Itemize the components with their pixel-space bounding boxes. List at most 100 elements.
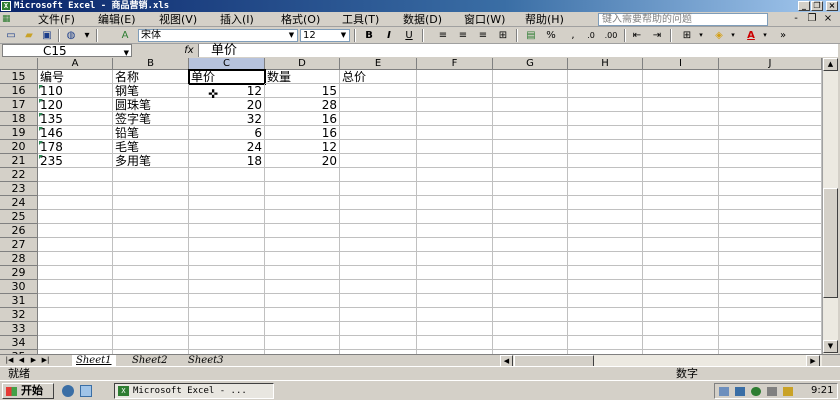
row-header-15[interactable]: 15 — [0, 70, 38, 84]
cell-a26[interactable] — [38, 224, 113, 238]
shield-icon[interactable] — [751, 387, 761, 396]
cell-i26[interactable] — [643, 224, 719, 238]
cell-c30[interactable] — [189, 280, 265, 294]
cell-g31[interactable] — [493, 294, 568, 308]
menu-format[interactable]: 格式(O) — [281, 12, 320, 27]
cell-b31[interactable] — [113, 294, 189, 308]
menu-insert[interactable]: 插入(I) — [220, 12, 254, 27]
cell-e33[interactable] — [340, 322, 417, 336]
row-header-17[interactable]: 17 — [0, 98, 38, 112]
cell-i34[interactable] — [643, 336, 719, 350]
cell-g30[interactable] — [493, 280, 568, 294]
cell-b15[interactable]: 名称 — [113, 70, 189, 84]
cell-j20[interactable] — [719, 140, 822, 154]
cell-d22[interactable] — [265, 168, 340, 182]
cell-h28[interactable] — [568, 252, 643, 266]
cell-c23[interactable] — [189, 182, 265, 196]
borders-icon[interactable]: ⊞ — [680, 29, 694, 42]
cell-e23[interactable] — [340, 182, 417, 196]
cell-f15[interactable] — [417, 70, 493, 84]
cell-g27[interactable] — [493, 238, 568, 252]
spreadsheet-grid[interactable]: ABCDEFGHIJ 15 16 17 18 19 20 21 22 23 24 25 26 27 28 2… — [0, 58, 822, 354]
cell-h27[interactable] — [568, 238, 643, 252]
cell-b24[interactable] — [113, 196, 189, 210]
row-header-19[interactable]: 19 — [0, 126, 38, 140]
cell-b18[interactable]: 签字笔 — [113, 112, 189, 126]
bold-button[interactable]: B — [362, 29, 376, 42]
cell-a21[interactable]: 235 — [38, 154, 113, 168]
minimize-button[interactable]: _ — [798, 1, 810, 11]
cell-j33[interactable] — [719, 322, 822, 336]
column-header-b[interactable]: B — [113, 58, 189, 70]
cell-e32[interactable] — [340, 308, 417, 322]
cell-i18[interactable] — [643, 112, 719, 126]
close-button[interactable]: × — [826, 1, 838, 11]
column-header-d[interactable]: D — [265, 58, 340, 70]
cell-a28[interactable] — [38, 252, 113, 266]
cell-h30[interactable] — [568, 280, 643, 294]
cell-e21[interactable] — [340, 154, 417, 168]
restore-button[interactable]: ❐ — [811, 1, 823, 11]
increase-decimal-icon[interactable]: .0 — [584, 29, 598, 42]
cell-e28[interactable] — [340, 252, 417, 266]
cell-j32[interactable] — [719, 308, 822, 322]
column-header-j[interactable]: J — [719, 58, 822, 70]
cell-c15[interactable]: 单价 — [188, 69, 266, 85]
cell-e16[interactable] — [340, 84, 417, 98]
cell-j16[interactable] — [719, 84, 822, 98]
cell-g17[interactable] — [493, 98, 568, 112]
cell-f19[interactable] — [417, 126, 493, 140]
cell-e24[interactable] — [340, 196, 417, 210]
cell-h24[interactable] — [568, 196, 643, 210]
decrease-decimal-icon[interactable]: .00 — [604, 29, 618, 42]
row-header-33[interactable]: 33 — [0, 322, 38, 336]
align-right-icon[interactable]: ≡ — [476, 29, 490, 42]
cell-d31[interactable] — [265, 294, 340, 308]
cell-g29[interactable] — [493, 266, 568, 280]
cell-d32[interactable] — [265, 308, 340, 322]
cell-b34[interactable] — [113, 336, 189, 350]
input-method-icon[interactable] — [783, 387, 793, 396]
cell-h29[interactable] — [568, 266, 643, 280]
cell-f29[interactable] — [417, 266, 493, 280]
vertical-scrollbar[interactable]: ▲ ▼ — [822, 58, 838, 354]
cell-i17[interactable] — [643, 98, 719, 112]
toolbar-overflow-icon[interactable]: » — [776, 29, 790, 42]
speaker-icon[interactable] — [767, 387, 777, 396]
row-header-29[interactable]: 29 — [0, 266, 38, 280]
cell-e18[interactable] — [340, 112, 417, 126]
cell-f30[interactable] — [417, 280, 493, 294]
row-header-25[interactable]: 25 — [0, 210, 38, 224]
taskbar-excel-button[interactable]: X Microsoft Excel - ... — [114, 383, 274, 399]
cell-i29[interactable] — [643, 266, 719, 280]
toolbar-options-icon[interactable]: ▾ — [80, 29, 94, 42]
cell-f17[interactable] — [417, 98, 493, 112]
cell-j24[interactable] — [719, 196, 822, 210]
cell-g20[interactable] — [493, 140, 568, 154]
save-icon[interactable]: ▣ — [40, 29, 54, 42]
cell-h25[interactable] — [568, 210, 643, 224]
last-sheet-icon[interactable]: ▶| — [40, 355, 51, 366]
cell-h15[interactable] — [568, 70, 643, 84]
cell-j29[interactable] — [719, 266, 822, 280]
cell-b32[interactable] — [113, 308, 189, 322]
underline-button[interactable]: U — [402, 29, 416, 42]
workbook-close-button[interactable]: × — [822, 13, 834, 25]
prev-sheet-icon[interactable]: ◀ — [16, 355, 27, 366]
cell-i25[interactable] — [643, 210, 719, 224]
cell-d15[interactable]: 数量 — [265, 70, 340, 84]
cell-b27[interactable] — [113, 238, 189, 252]
row-header-18[interactable]: 18 — [0, 112, 38, 126]
row-header-32[interactable]: 32 — [0, 308, 38, 322]
cell-b19[interactable]: 铅笔 — [113, 126, 189, 140]
cell-d27[interactable] — [265, 238, 340, 252]
cell-h23[interactable] — [568, 182, 643, 196]
workbook-icon[interactable]: ▦ — [2, 12, 16, 27]
cell-i31[interactable] — [643, 294, 719, 308]
cell-f26[interactable] — [417, 224, 493, 238]
column-header-c[interactable]: C — [189, 58, 265, 70]
cell-e22[interactable] — [340, 168, 417, 182]
cell-h31[interactable] — [568, 294, 643, 308]
cell-j22[interactable] — [719, 168, 822, 182]
cell-c18[interactable]: 32 — [189, 112, 265, 126]
